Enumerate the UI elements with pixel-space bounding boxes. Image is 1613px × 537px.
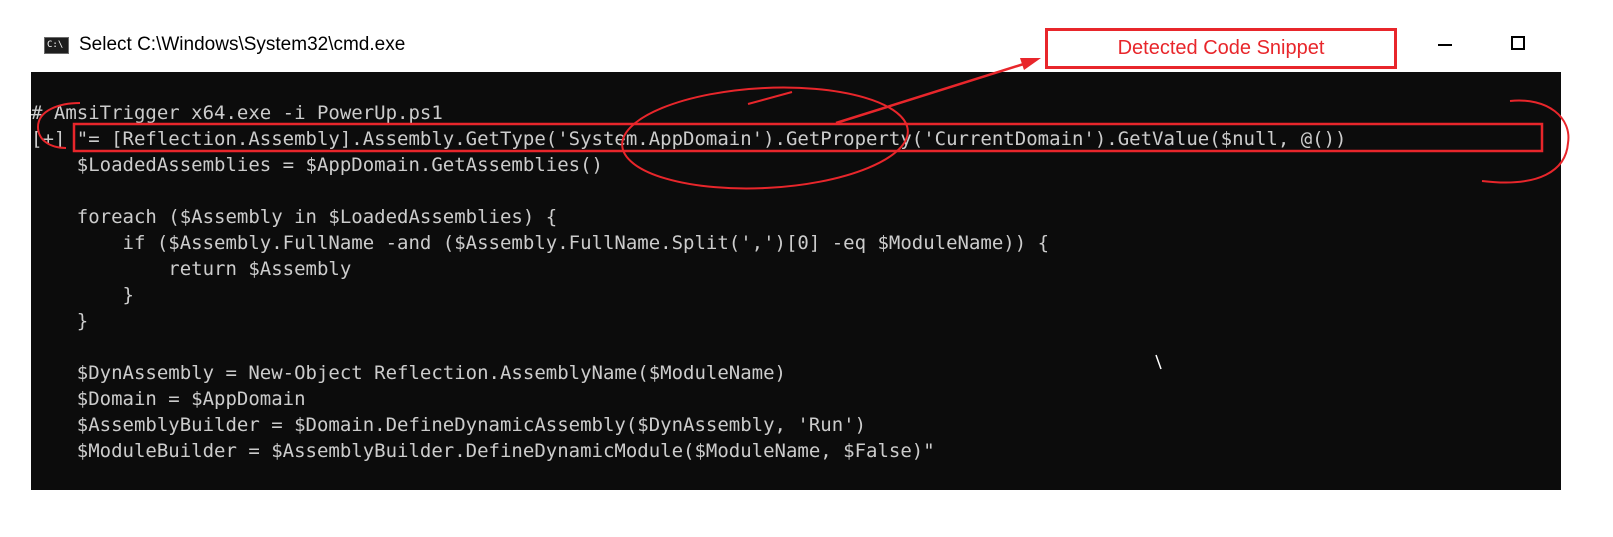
console-line: $DynAssembly = New-Object Reflection.Ass…	[31, 362, 786, 384]
window-title: Select C:\Windows\System32\cmd.exe	[79, 34, 406, 55]
console-output[interactable]: # AmsiTrigger x64.exe -i PowerUp.ps1 [+]…	[31, 72, 1561, 490]
console-line: foreach ($Assembly in $LoadedAssemblies)…	[31, 206, 558, 228]
console-line: $AssemblyBuilder = $Domain.DefineDynamic…	[31, 414, 867, 436]
maximize-button[interactable]	[1497, 22, 1543, 66]
console-app-icon: C:\	[44, 37, 69, 54]
detected-snippet-callout: Detected Code Snippet	[1045, 28, 1397, 69]
console-line: return $Assembly	[31, 258, 352, 280]
console-line: $ModuleBuilder = $AssemblyBuilder.Define…	[31, 440, 935, 462]
console-line: if ($Assembly.FullName -and ($Assembly.F…	[31, 232, 1050, 254]
console-line: $Domain = $AppDomain	[31, 388, 306, 410]
console-line: [+] "= [Reflection.Assembly].Assembly.Ge…	[31, 128, 1347, 150]
maximize-icon	[1511, 36, 1525, 50]
minimize-button[interactable]	[1421, 22, 1467, 66]
console-line: $LoadedAssemblies = $AppDomain.GetAssemb…	[31, 154, 603, 176]
minimize-icon	[1438, 44, 1452, 46]
console-line: # AmsiTrigger x64.exe -i PowerUp.ps1	[31, 102, 443, 124]
console-line: }	[31, 310, 89, 332]
console-line: }	[31, 284, 134, 306]
